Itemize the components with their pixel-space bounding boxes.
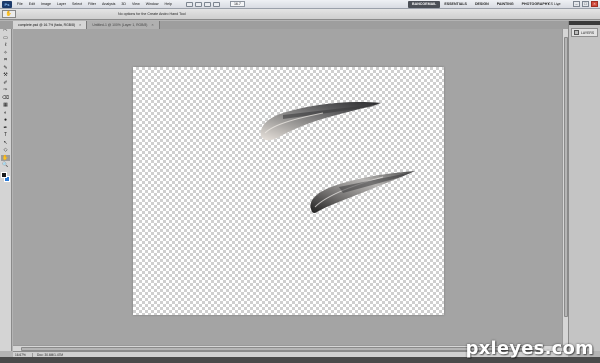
crop-tool-icon[interactable]: ⌗ [1,57,10,64]
foreground-color-swatch[interactable] [0,171,7,178]
tab-close-icon[interactable]: × [151,21,153,29]
healing-tool-icon[interactable]: ⚒ [1,72,10,79]
panel-dock: LAYERS [568,21,600,351]
shape-tool-icon[interactable]: ◇ [1,147,10,154]
watermark: pxleyes.com [465,338,594,359]
workspace-design[interactable]: DESIGN [471,1,493,8]
panel-dock-grip[interactable] [569,21,600,25]
dodge-tool-icon[interactable]: ◐ [1,110,10,117]
workspace-bancoemail[interactable]: BANCOEMAIL [408,1,441,8]
color-swatches [0,171,11,184]
cs-live-button[interactable]: CS Live [548,1,561,8]
layers-icon [574,30,579,35]
wing-upper [260,102,381,141]
menu-analysis[interactable]: Analysis [102,2,115,6]
menu-3d[interactable]: 3D [121,2,126,6]
quick-select-tool-icon[interactable]: ✧ [1,50,10,57]
blur-tool-icon[interactable]: ● [1,117,10,124]
hand-tool-icon[interactable]: ✋ [1,154,10,161]
tab-close-icon[interactable]: × [79,21,81,29]
tools-panel: ⇱ ▭ ℓ ✧ ⌗ ✎ ⚒ ✐ ✑ ⌫ ▦ ◐ ● ✒ T ↖ ◇ ✋ 🔍 [0,21,12,351]
tab-untitled-1[interactable]: Untitled-1 @ 100% (Layer 1, RGB/8) × [87,21,160,29]
layers-panel-tab[interactable]: LAYERS [571,28,598,37]
pen-tool-icon[interactable]: ✒ [1,125,10,132]
document-tab-bar: complete.psd @ 16.7% (fada, RGB/8) × Unt… [0,21,568,29]
menu-view[interactable]: View [132,2,140,6]
menu-bar: Ps File Edit Image Layer Select Filter A… [0,0,600,9]
menu-file[interactable]: File [17,2,23,6]
wing-artwork [260,102,415,213]
tab-label: Untitled-1 @ 100% (Layer 1, RGB/8) [92,23,148,27]
minimize-button[interactable]: – [573,1,580,7]
application-bar-icons [185,1,220,7]
layers-label: LAYERS [581,30,595,35]
workspace-essentials[interactable]: ESSENTIALS [440,1,471,8]
menu-edit[interactable]: Edit [29,2,35,6]
wing-lower [310,171,415,213]
lasso-tool-icon[interactable]: ℓ [1,42,10,49]
mini-bridge-icon[interactable] [194,1,202,7]
options-message: No options for the Create Andro Hand Too… [118,12,186,16]
maximize-button[interactable]: □ [582,1,589,7]
tab-bar-spacer [0,21,13,29]
tool-preset-picker[interactable]: ✋ [2,10,16,18]
bridge-icon[interactable] [185,1,193,7]
gradient-tool-icon[interactable]: ▦ [1,102,10,109]
document-area [13,29,568,351]
options-bar: ✋ No options for the Create Andro Hand T… [0,9,600,20]
menu-image[interactable]: Image [41,2,51,6]
workspace-painting[interactable]: PAINTING [493,1,518,8]
menu-filter[interactable]: Filter [88,2,96,6]
view-extras-icon[interactable] [203,1,211,7]
menu-help[interactable]: Help [165,2,172,6]
zoom-level[interactable]: 16.7 [229,1,245,7]
arrange-documents-icon[interactable] [212,1,220,7]
document-canvas[interactable] [133,67,444,315]
eraser-tool-icon[interactable]: ⌫ [1,95,10,102]
menu-layer[interactable]: Layer [57,2,66,6]
brush-tool-icon[interactable]: ✐ [1,80,10,87]
marquee-tool-icon[interactable]: ▭ [1,35,10,42]
path-select-tool-icon[interactable]: ↖ [1,140,10,147]
status-doc-size: Doc: 30.6M/1.47M [37,352,64,357]
status-zoom[interactable]: 16.67% [13,352,33,357]
close-button[interactable]: × [591,1,598,7]
clone-stamp-tool-icon[interactable]: ✑ [1,87,10,94]
eyedropper-tool-icon[interactable]: ✎ [1,65,10,72]
photoshop-logo: Ps [2,0,12,8]
zoom-tool-icon[interactable]: 🔍 [1,162,10,169]
workspace-switcher: BANCOEMAIL ESSENTIALS DESIGN PAINTING PH… [408,1,562,8]
window-controls: – □ × [573,1,598,7]
menu-select[interactable]: Select [72,2,82,6]
tab-complete-psd[interactable]: complete.psd @ 16.7% (fada, RGB/8) × [13,21,88,29]
type-tool-icon[interactable]: T [1,132,10,139]
menu-window[interactable]: Window [146,2,159,6]
tab-label: complete.psd @ 16.7% (fada, RGB/8) [18,23,75,27]
tools-list: ⇱ ▭ ℓ ✧ ⌗ ✎ ⚒ ✐ ✑ ⌫ ▦ ◐ ● ✒ T ↖ ◇ ✋ 🔍 [0,25,11,169]
